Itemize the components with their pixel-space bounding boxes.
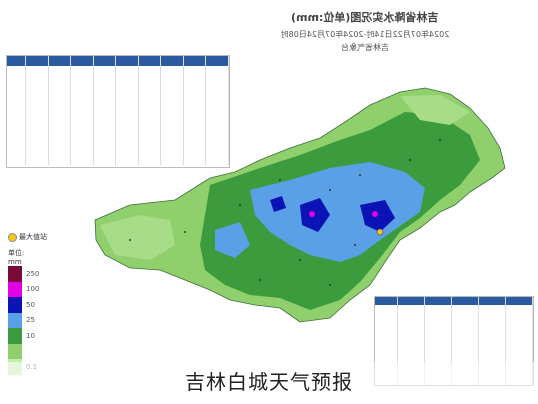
legend-swatch xyxy=(8,328,22,344)
legend-level: 10 xyxy=(8,328,48,344)
legend-swatch xyxy=(8,312,22,328)
legend-level xyxy=(8,343,48,359)
legend-max-station: 最大值站 xyxy=(8,232,48,242)
max-station-marker xyxy=(376,228,384,236)
legend-level: 25 xyxy=(8,312,48,328)
legend-swatch xyxy=(8,343,22,359)
legend-max-label: 最大值站 xyxy=(19,233,47,241)
legend-swatch xyxy=(8,281,22,297)
map-title: 吉林省降水实况图(单位:mm) xyxy=(291,11,439,24)
map-subtitle: 2024年07月22日14时-2024年07月24日08时 xyxy=(280,30,450,39)
map-title-block: 吉林省降水实况图(单位:mm) 2024年07月22日14时-2024年07月2… xyxy=(200,6,530,53)
map-source: 吉林省气象台 xyxy=(341,43,389,52)
legend-value: 25 xyxy=(26,316,35,325)
image-caption: 吉林白城天气预报 xyxy=(185,370,353,394)
legend-level: 250 xyxy=(8,266,48,282)
precipitation-ranking-table xyxy=(6,55,230,168)
legend-level: 50 xyxy=(8,297,48,313)
legend-swatch xyxy=(8,297,22,313)
legend-unit: 单位: mm xyxy=(8,249,25,266)
legend-value: 10 xyxy=(26,331,35,340)
legend-swatch xyxy=(8,266,22,282)
precipitation-legend: 最大值站 单位:mm 2501005025100.1 xyxy=(8,232,48,375)
legend-value: 50 xyxy=(26,300,35,309)
max-station-dot-icon xyxy=(8,232,17,242)
legend-level: 100 xyxy=(8,281,48,297)
legend-value: 100 xyxy=(26,285,40,294)
legend-value: 250 xyxy=(26,269,40,278)
